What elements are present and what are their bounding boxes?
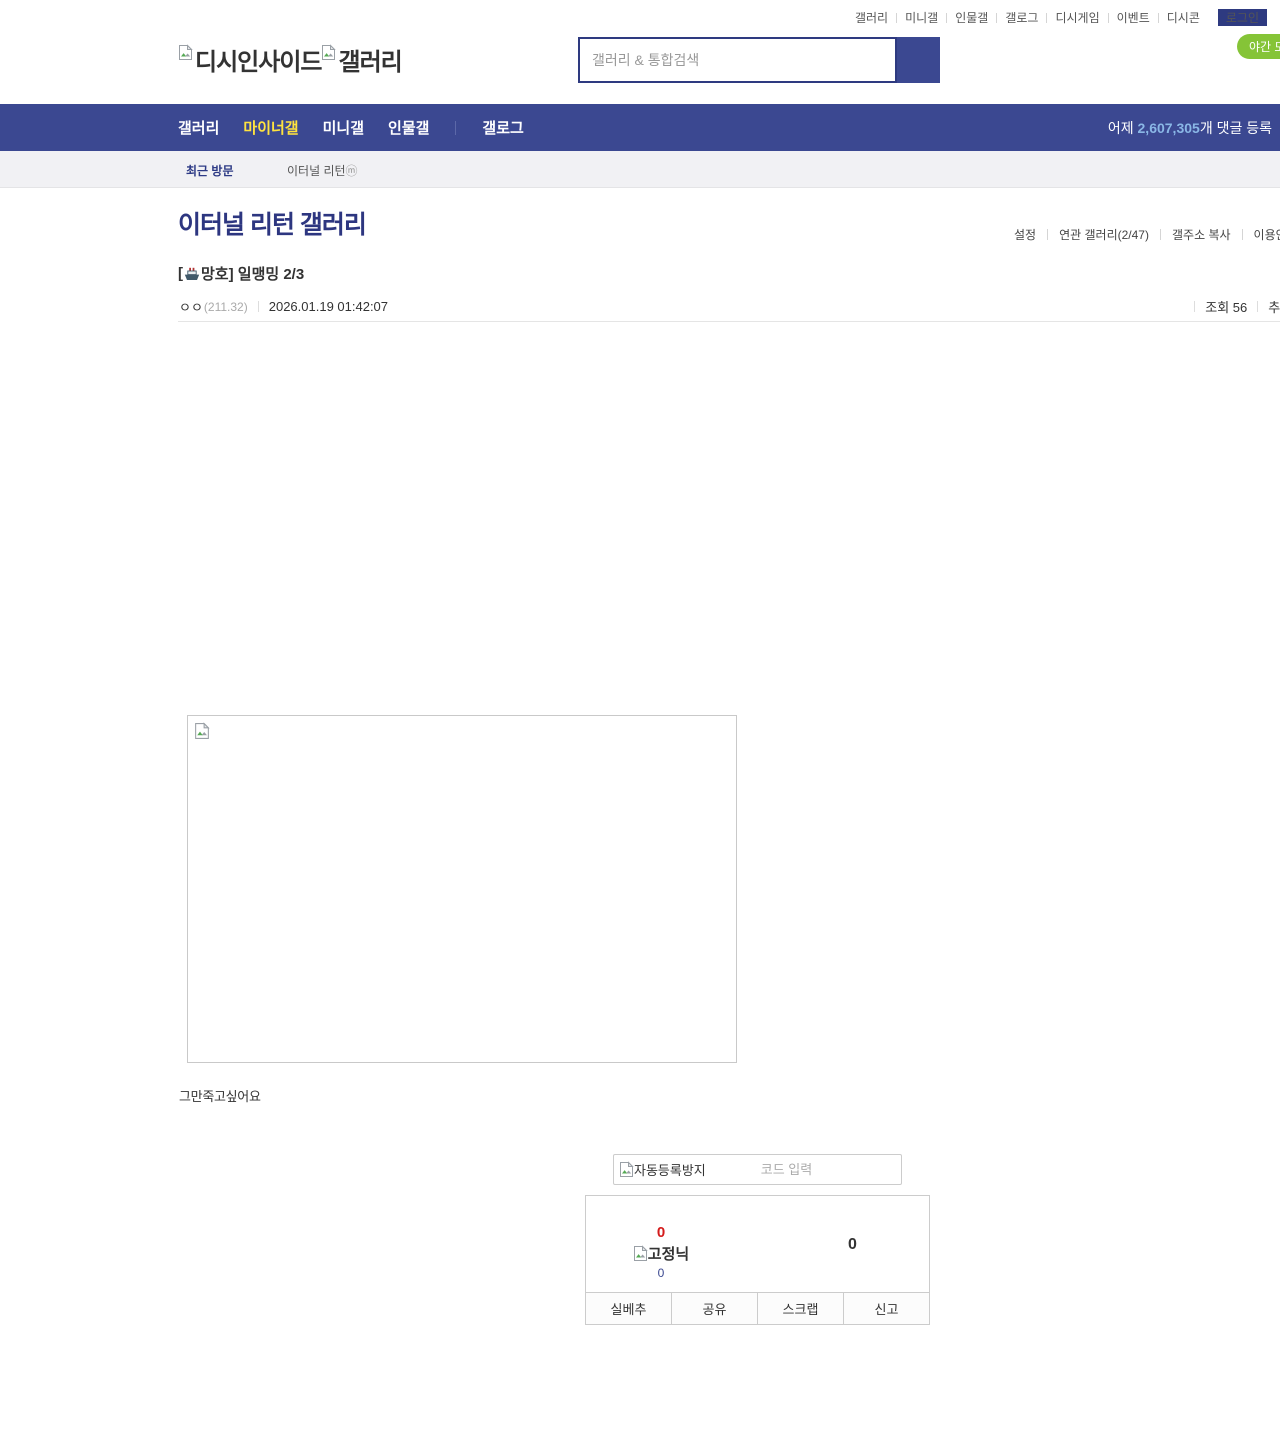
gallery-utility-links: 설정 연관 갤러리(2/47) 갤주소 복사 이용안내 [1003,226,1280,243]
related-galleries-link[interactable]: 연관 갤러리(2/47) [1048,226,1160,243]
minor-gallery-badge-icon: ⓜ [345,164,358,178]
silbechu-button[interactable]: 실베추 [585,1292,672,1325]
broken-image-icon [620,1161,634,1177]
main-nav-bar: 갤러리 마이너갤 미니갤 인물갤 갤로그 어제 2,607,305개 댓글 등록 [0,104,1280,151]
divider [257,301,259,312]
nav-item-gallog[interactable]: 갤로그 [482,117,523,138]
downvote-area[interactable]: 0 [848,1236,857,1254]
recommend-count: 추천 0 [1268,299,1280,315]
site-logo[interactable]: 디시인사이드 갤러리 [178,42,403,77]
view-count: 조회 56 [1205,299,1248,315]
search-button[interactable] [897,37,940,83]
post-meta: ㅇㅇ (211.32) 2026.01.19 01:42:07 [179,297,388,316]
usage-guide-link[interactable]: 이용안내 [1243,226,1280,243]
night-mode-label: 야간 모드 [1249,40,1280,54]
divider [455,120,457,135]
comment-stat: 어제 2,607,305개 댓글 등록 [1108,118,1272,138]
post-header: [ 망호] 일맹밍 2/3 ㅇㅇ (211.32) 2026.01.19 01:… [178,263,1280,322]
post-action-buttons: 실베추 공유 스크랩 신고 [585,1292,930,1325]
captcha-alt-text: 자동등록방지 [634,1163,706,1178]
vote-main: 0 고정닉 0 0 [585,1195,930,1292]
broken-image-icon [633,1245,648,1261]
top-link-event[interactable]: 이벤트 [1109,9,1158,26]
post-counts: 조회 56 추천 0 [1184,295,1280,317]
divider [1194,300,1196,312]
top-link-minigall[interactable]: 미니갤 [897,9,946,26]
fixed-nick-label: 고정닉 [647,1246,690,1263]
nav-item-minorgall[interactable]: 마이너갤 [243,117,298,138]
login-button[interactable]: 로그인 [1217,9,1267,26]
post-title-text: 망호] 일맹밍 2/3 [201,266,305,283]
post-image-placeholder[interactable] [187,715,737,1063]
fixed-nick-count: 0 [657,1266,665,1280]
top-link-gallery[interactable]: 갤러리 [847,9,896,26]
post-title: [ 망호] 일맹밍 2/3 [178,263,1280,284]
night-mode-button[interactable]: 야간 모드 [1237,34,1280,59]
recent-visit-bar: 최근 방문 이터널 리턴ⓜ [0,151,1280,188]
captcha-box: 자동등록방지 [613,1154,902,1185]
comment-stat-suffix: 개 댓글 등록 [1199,119,1272,136]
report-button[interactable]: 신고 [844,1292,930,1325]
broken-image-icon [195,722,210,739]
gallery-settings-link[interactable]: 설정 [1003,226,1047,243]
vote-box: 0 고정닉 0 0 실베추 공유 스크랩 신고 [585,1195,930,1325]
top-link-persongall[interactable]: 인물갤 [947,9,996,26]
top-link-gallog[interactable]: 갤로그 [997,9,1046,26]
downvote-count: 0 [848,1236,857,1253]
comment-stat-prefix: 어제 [1107,119,1138,136]
post-title-bracket: [ [178,265,183,282]
recent-visit-gallery-link[interactable]: 이터널 리턴ⓜ [287,162,358,179]
recent-gallery-name: 이터널 리턴 [287,164,346,178]
post-content-text: 그만죽고싶어요 [179,1089,261,1104]
fixed-nick-row: 고정닉 [616,1243,706,1264]
ship-icon [184,267,200,280]
writer-ip: (211.32) [203,299,248,314]
upvote-area[interactable]: 0 고정닉 0 [616,1224,706,1280]
writer-nickname[interactable]: ㅇㅇ [179,297,203,316]
copy-gallery-url-link[interactable]: 갤주소 복사 [1161,226,1242,243]
post-date: 2026.01.19 01:42:07 [268,299,389,314]
scrap-button[interactable]: 스크랩 [758,1292,844,1325]
logo-text-dcinside: 디시인사이드 [195,49,322,76]
top-link-dccon[interactable]: 디시콘 [1159,9,1208,26]
search-input[interactable] [578,37,897,83]
nav-item-gallery[interactable]: 갤러리 [178,117,219,138]
nav-item-minigall[interactable]: 미니갤 [323,117,364,138]
recent-visit-label: 최근 방문 [186,164,234,178]
dcinside-gallery-page: { "colors": { "navy": "#3b4891", "dark_n… [0,0,1280,1440]
broken-image-icon [322,44,337,60]
share-button[interactable]: 공유 [672,1292,758,1325]
nav-item-persongall[interactable]: 인물갤 [388,117,429,138]
upvote-count: 0 [656,1224,666,1241]
gallery-title[interactable]: 이터널 리턴 갤러리 [178,205,367,241]
captcha-code-input[interactable] [760,1162,881,1177]
divider [1257,300,1259,312]
top-utility-bar: 갤러리 미니갤 인물갤 갤로그 디시게임 이벤트 디시콘 로그인 [847,9,1267,26]
comment-stat-count: 2,607,305 [1137,119,1200,136]
logo-text-gallery: 갤러리 [338,49,402,76]
broken-image-icon [179,44,193,60]
captcha-image-placeholder: 자동등록방지 [619,1160,706,1179]
main-nav-menu: 갤러리 마이너갤 미니갤 인물갤 갤로그 [178,117,524,138]
top-link-dcgame[interactable]: 디시게임 [1047,9,1107,26]
